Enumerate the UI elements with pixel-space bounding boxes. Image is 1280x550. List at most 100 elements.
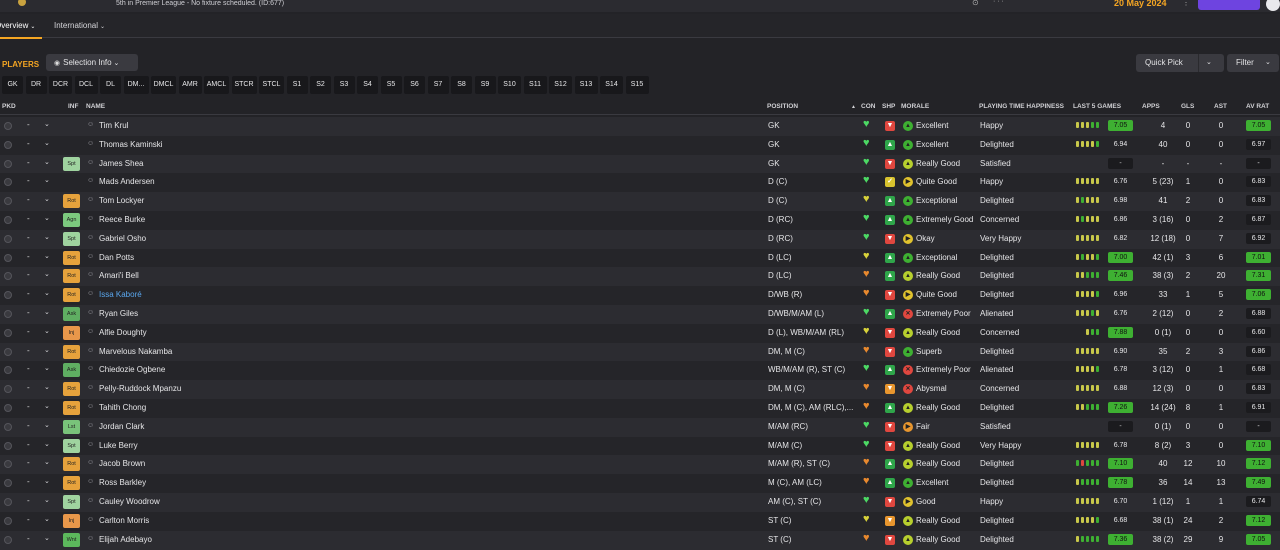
pick-checkbox[interactable] (4, 535, 12, 544)
column-header-pkd[interactable]: PKD (2, 103, 16, 110)
player-row[interactable]: - ⌄ Agn ☺ Reece Burke D (RC) ♥ ▲ ▲ Extremely Good… (0, 211, 1280, 230)
pick-checkbox[interactable] (4, 291, 12, 300)
player-name[interactable]: Cauley Woodrow (99, 497, 160, 506)
column-header-name[interactable]: NAME (86, 103, 105, 110)
selection-info-button[interactable]: ◉ Selection Info ⌄ (46, 54, 138, 71)
column-header-position[interactable]: POSITION (767, 103, 798, 110)
player-name[interactable]: James Shea (99, 159, 143, 168)
chevron-down-icon[interactable]: ⌄ (44, 402, 50, 410)
chevron-down-icon[interactable]: ⌄ (44, 120, 50, 128)
column-header-inf[interactable]: INF (68, 103, 78, 110)
player-row[interactable]: - ⌄ Ask ☺ Ryan Giles D/WB/M/AM (L) ♥ ▲ ✕ Extremel… (0, 305, 1280, 324)
position-filter-stcl[interactable]: STCL (259, 76, 284, 94)
position-filter-dl[interactable]: DL (100, 76, 121, 94)
chevron-down-icon[interactable]: ⌄ (44, 496, 50, 504)
column-header-morale[interactable]: MORALE (901, 103, 929, 110)
pick-checkbox[interactable] (4, 460, 12, 469)
player-name[interactable]: Amari'i Bell (99, 271, 139, 280)
player-name[interactable]: Tim Krul (99, 121, 128, 130)
pick-checkbox[interactable] (4, 178, 12, 187)
pick-checkbox[interactable] (4, 441, 12, 450)
position-filter-s12[interactable]: S12 (549, 76, 572, 94)
pick-checkbox[interactable] (4, 197, 12, 206)
sort-ascending-icon[interactable]: ▲ (851, 104, 856, 110)
player-row[interactable]: - ⌄ ☺ Thomas Kaminski GK ♥ ▲ ▲ Excellent Delighte… (0, 135, 1280, 155)
player-name[interactable]: Tom Lockyer (99, 196, 144, 205)
player-name[interactable]: Alfie Doughty (99, 328, 147, 337)
pick-checkbox[interactable] (4, 479, 12, 488)
player-name[interactable]: Thomas Kaminski (99, 140, 163, 149)
player-name[interactable]: Dan Potts (99, 253, 134, 262)
player-row[interactable]: - ⌄ Lst ☺ Jordan Clark M/AM (RC) ♥ ▼ ▶ Fair Satisf… (0, 417, 1280, 437)
player-name[interactable]: Carlton Morris (99, 516, 149, 525)
chevron-down-icon[interactable]: ⌄ (44, 534, 50, 542)
chevron-down-icon[interactable]: ⌄ (44, 308, 50, 316)
pick-checkbox[interactable] (4, 216, 12, 224)
position-filter-dcr[interactable]: DCR (49, 76, 72, 94)
player-row[interactable]: - ⌄ Spt ☺ Cauley Woodrow AM (C), ST (C) ♥ ▼ ▶ Goo… (0, 493, 1280, 512)
chevron-down-icon[interactable]: ⌄ (44, 214, 50, 222)
position-filter-s15[interactable]: S15 (625, 76, 649, 94)
player-name[interactable]: Ross Barkley (99, 478, 146, 487)
pick-checkbox[interactable] (4, 122, 12, 130)
column-header-last5[interactable]: LAST 5 GAMES (1073, 103, 1121, 110)
player-name[interactable]: Jacob Brown (99, 459, 145, 468)
player-row[interactable]: - ⌄ Spt ☺ James Shea GK ♥ ▼ ▲ Really Good Satisfie… (0, 154, 1280, 174)
player-name[interactable]: Tahith Chong (99, 403, 146, 412)
column-header-avrat[interactable]: AV RAT (1246, 103, 1269, 110)
player-name[interactable]: Ryan Giles (99, 309, 138, 318)
chevron-down-icon[interactable]: ⌄ (44, 458, 50, 466)
tab-overview[interactable]: Overview⌄ (0, 21, 35, 30)
position-filter-s7[interactable]: S7 (427, 76, 449, 94)
player-row[interactable]: - ⌄ Rot ☺ Jacob Brown M/AM (R), ST (C) ♥ ▲ ▲ Real… (0, 455, 1280, 475)
position-filter-s6[interactable]: S6 (404, 76, 425, 94)
column-header-con[interactable]: CON (861, 103, 875, 110)
quick-pick-button[interactable]: Quick Pick ⌄ (1136, 54, 1224, 72)
column-header-ast[interactable]: AST (1214, 103, 1227, 110)
position-filter-s8[interactable]: S8 (451, 76, 472, 94)
pick-checkbox[interactable] (4, 328, 12, 337)
player-row[interactable]: - ⌄ Rot ☺ Issa Kaboré D/WB (R) ♥ ▼ ▶ Quite Good De… (0, 286, 1280, 306)
position-filter-dm[interactable]: DM... (123, 76, 149, 94)
position-filter-s1[interactable]: S1 (286, 76, 308, 94)
player-row[interactable]: - ⌄ Rot ☺ Amari'i Bell D (LC) ♥ ▲ ▲ Really Good De… (0, 267, 1280, 287)
position-filter-amr[interactable]: AMR (178, 76, 202, 94)
player-row[interactable]: - ⌄ Rot ☺ Marvelous Nakamba DM, M (C) ♥ ▼ ▲ Super… (0, 342, 1280, 362)
position-filter-s3[interactable]: S3 (333, 76, 355, 94)
pick-checkbox[interactable] (4, 234, 12, 243)
pick-checkbox[interactable] (4, 385, 12, 394)
pick-checkbox[interactable] (4, 140, 12, 149)
chevron-down-icon[interactable]: ⌄ (44, 515, 50, 523)
calendar-icon[interactable]: ⋮ (1182, 0, 1190, 7)
filter-button[interactable]: Filter ⌄ (1227, 54, 1279, 72)
pick-checkbox[interactable] (4, 366, 12, 375)
player-name[interactable]: Pelly-Ruddock Mpanzu (99, 384, 181, 393)
player-row[interactable]: - ⌄ Rot ☺ Pelly-Ruddock Mpanzu DM, M (C) ♥ ▼ ✕ Ab… (0, 380, 1280, 400)
position-filter-dr[interactable]: DR (25, 76, 47, 94)
chevron-down-icon[interactable]: ⌄ (44, 195, 50, 203)
player-row[interactable]: - ⌄ Ask ☺ Chiedozie Ogbene WB/M/AM (R), ST (C… (0, 361, 1280, 381)
chevron-down-icon[interactable]: ⌄ (44, 440, 50, 448)
position-filter-s11[interactable]: S11 (523, 76, 547, 94)
chevron-down-icon[interactable]: ⌄ (44, 139, 50, 147)
position-filter-dcl[interactable]: DCL (74, 76, 98, 94)
position-filter-dmcl[interactable]: DMCL (151, 76, 176, 94)
position-filter-s13[interactable]: S13 (574, 76, 598, 94)
player-name[interactable]: Chiedozie Ogbene (99, 365, 165, 374)
chevron-down-icon[interactable]: ⌄ (1206, 54, 1212, 72)
position-filter-s9[interactable]: S9 (474, 76, 496, 94)
pick-checkbox[interactable] (4, 422, 12, 431)
chevron-down-icon[interactable]: ⌄ (44, 233, 50, 241)
tab-international[interactable]: International ⌄ (54, 21, 105, 30)
player-name[interactable]: Reece Burke (99, 215, 145, 224)
player-row[interactable]: - ⌄ Spt ☺ Gabriel Osho D (RC) ♥ ▼ ▶ Okay Very Happ… (0, 229, 1280, 249)
player-row[interactable]: - ⌄ Rot ☺ Ross Barkley M (C), AM (LC) ♥ ▲ ▲ Excel… (0, 474, 1280, 494)
column-header-apps[interactable]: APPS (1142, 103, 1160, 110)
chevron-down-icon[interactable]: ⌄ (44, 176, 50, 184)
manager-avatar[interactable] (1266, 0, 1280, 11)
player-row[interactable]: - ⌄ Rot ☺ Tom Lockyer D (C) ♥ ▲ ▲ Exceptional Deli… (0, 192, 1280, 212)
player-row[interactable]: - ⌄ ☺ Mads Andersen D (C) ♥ ✓ ▶ Quite Good Happy 6… (0, 173, 1280, 193)
player-row[interactable]: - ⌄ Spt ☺ Luke Berry M/AM (C) ♥ ▼ ▲ Really Good Ve… (0, 436, 1280, 456)
pick-checkbox[interactable] (4, 272, 12, 281)
position-filter-s2[interactable]: S2 (310, 76, 331, 94)
